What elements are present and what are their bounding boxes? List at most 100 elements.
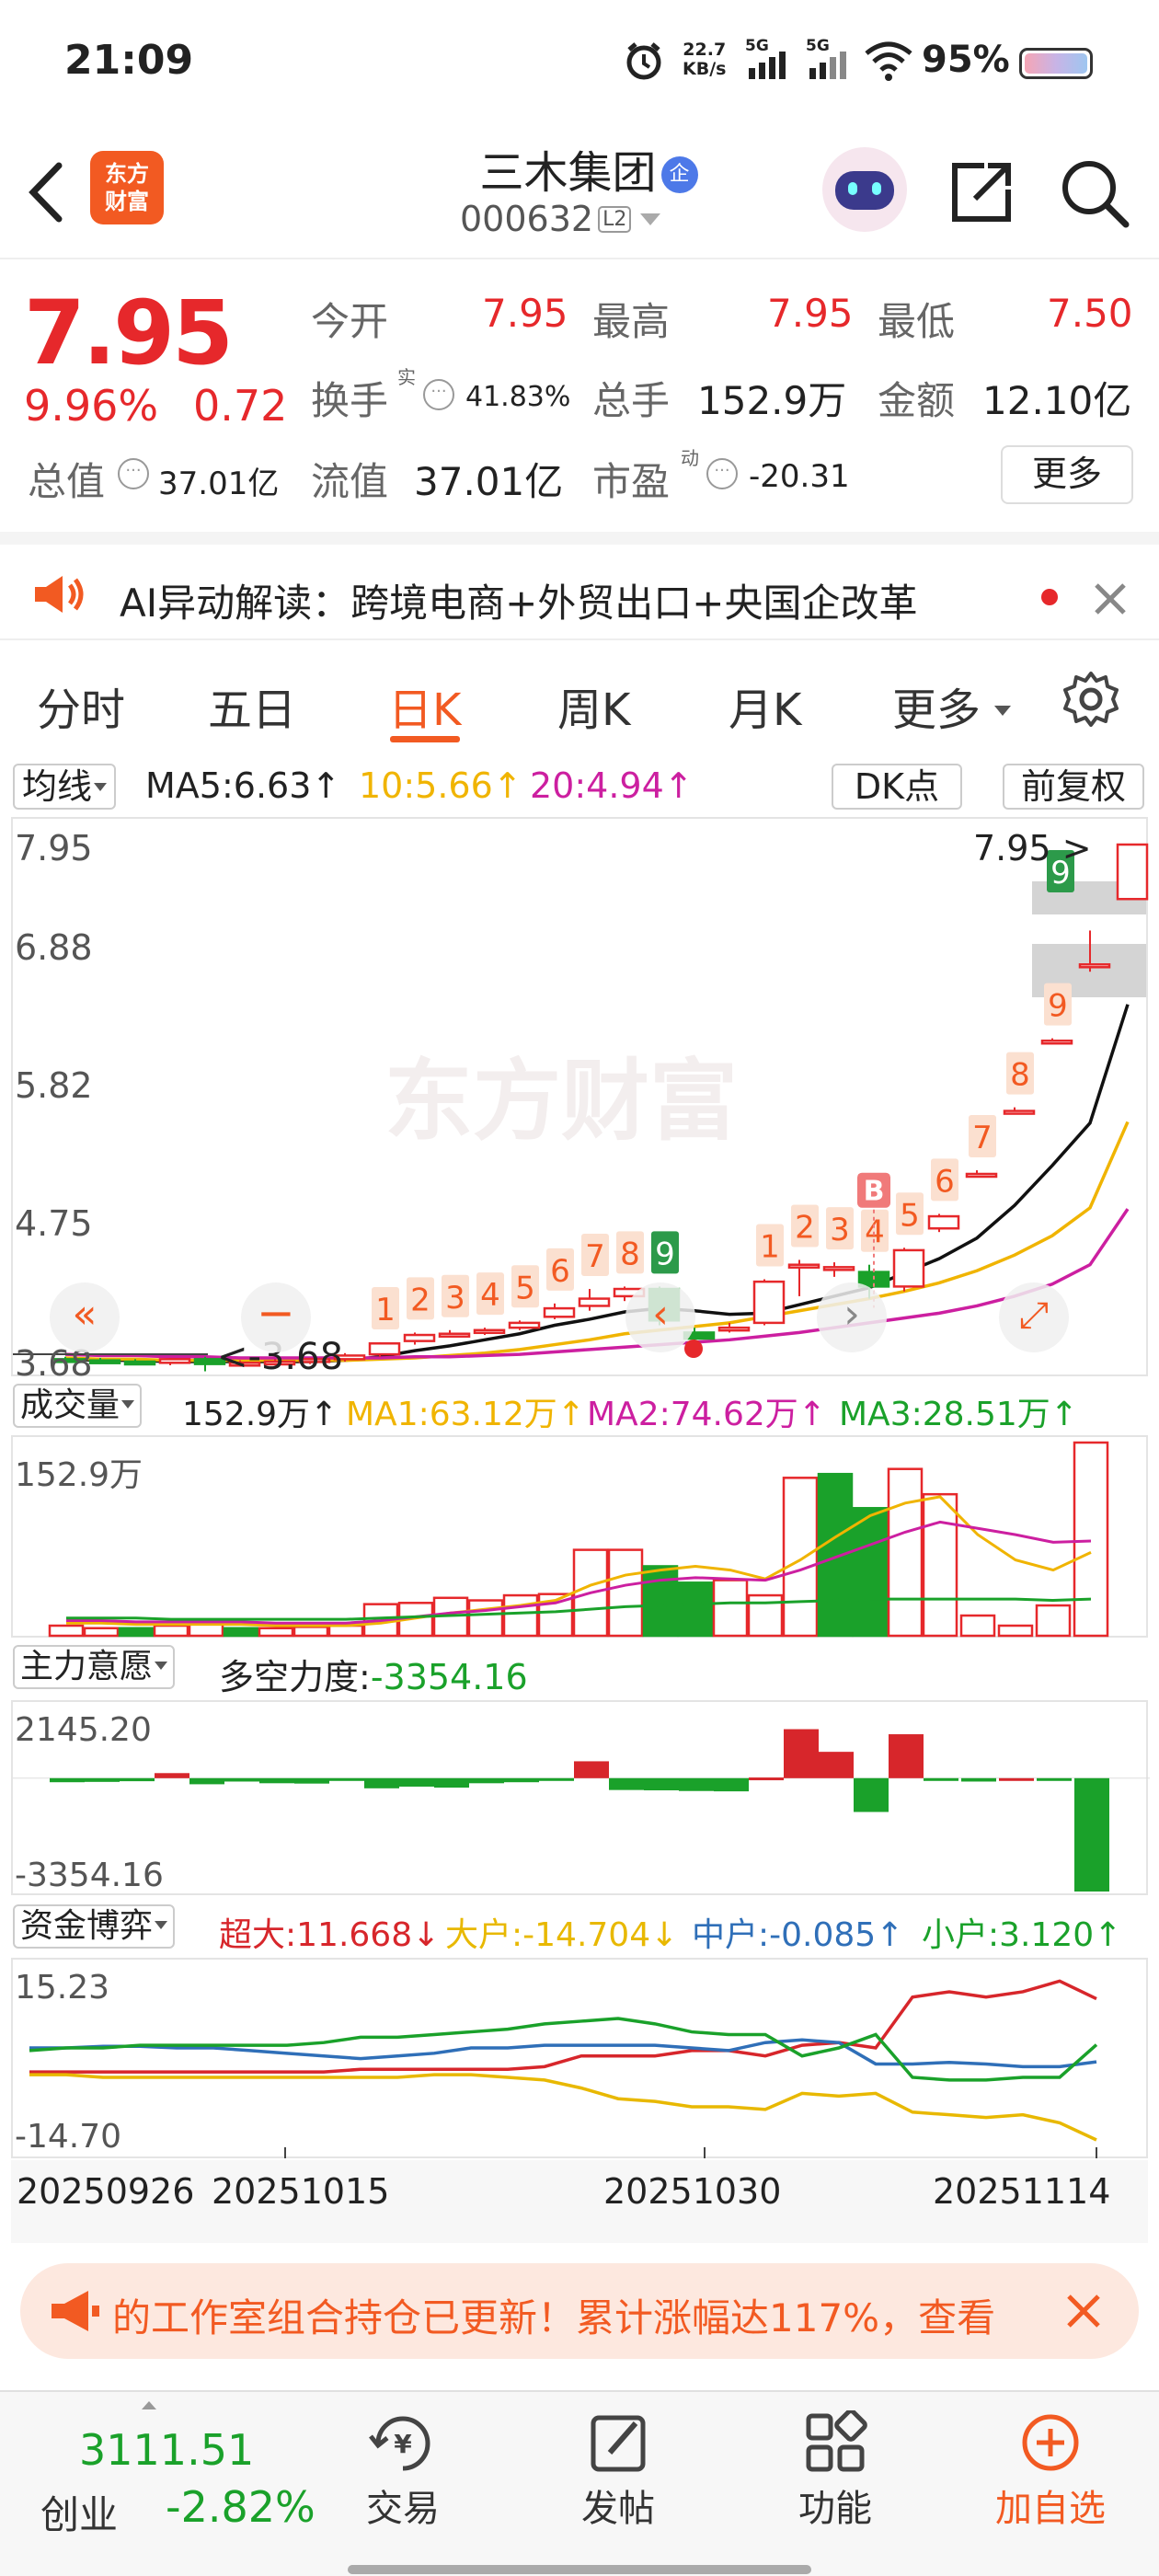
kline-chart[interactable]: 东方财富 1234567891234567899B 7.95 6.88 5.82… [11, 817, 1149, 1384]
open-value: 7.95 [482, 291, 568, 336]
zhuli-bar [819, 1752, 854, 1778]
zijin-mid-label: 中户: [692, 1916, 770, 1954]
zhuli-bar [504, 1777, 539, 1783]
index-value[interactable]: 3111.51 [79, 2425, 254, 2475]
trade-icon: ¥ [369, 2416, 430, 2471]
zhuli-selector[interactable]: 主力意愿 [13, 1645, 176, 1689]
volume-bar [997, 1624, 1034, 1638]
close-icon[interactable] [1065, 2293, 1102, 2329]
active-tab-underline [390, 736, 460, 742]
seq-number: 7 [585, 1238, 605, 1275]
zhuli-bar [294, 1777, 329, 1784]
trade-nav-item[interactable]: ¥ 交易 [357, 2410, 449, 2532]
zijin-chart[interactable]: 15.23 -14.70 [11, 1958, 1148, 2158]
dk-point-selector[interactable]: DK点 [832, 764, 962, 810]
stock-code-row[interactable]: 000632 L2 [460, 199, 660, 239]
candle-body [965, 1172, 998, 1179]
volume-bar [188, 1623, 224, 1638]
level-badge: L2 [598, 206, 632, 233]
ai-banner[interactable]: AI异动解读：跨境电商+外贸出口+央国企改革 [0, 532, 1159, 640]
period-tabs: 分时 五日 日K 周K 月K 更多 [0, 644, 1159, 754]
tab-zhouk[interactable]: 周K [557, 673, 630, 738]
index-name[interactable]: 创业 [40, 2484, 118, 2540]
seq-number: 8 [1010, 1057, 1030, 1094]
stock-code: 000632 [460, 199, 594, 239]
index-change[interactable]: -2.82% [166, 2482, 316, 2532]
volume-bar [1073, 1441, 1109, 1638]
tab-yuek[interactable]: 月K [729, 673, 801, 738]
volume-bar [293, 1626, 329, 1638]
indicator-selector[interactable]: 均线 [13, 764, 117, 810]
info-icon[interactable]: ··· [118, 458, 149, 489]
function-nav-item[interactable]: 功能 [789, 2409, 881, 2532]
tab-wuri[interactable]: 五日 [208, 673, 296, 738]
zhuli-chart[interactable]: 2145.20 -3354.16 [11, 1700, 1150, 1895]
seq-number: 4 [480, 1277, 500, 1314]
zhuli-bar [574, 1761, 609, 1778]
search-icon[interactable] [1058, 156, 1131, 230]
settings-gear-icon[interactable] [1060, 668, 1122, 730]
volume-bar [327, 1624, 364, 1638]
zhuli-bar [924, 1777, 958, 1781]
fullscreen-icon[interactable]: ⤢ [999, 1282, 1069, 1352]
seq-number: 1 [760, 1229, 780, 1266]
volume-bar [258, 1627, 294, 1638]
volume-bar [607, 1548, 644, 1638]
zhuli-header: 主力意愿 多空力度:-3354.16 [0, 1641, 1159, 1697]
zhuli-bar [714, 1777, 749, 1792]
date-label-1: 20250926 [17, 2171, 195, 2212]
candle-body [123, 1360, 156, 1366]
zhuli-bar [434, 1777, 469, 1788]
date-label-2: 20251015 [212, 2171, 390, 2212]
zijin-y-top: 15.23 [15, 1969, 110, 2007]
tab-more[interactable]: 更多 [892, 673, 1012, 738]
robot-avatar-icon[interactable] [822, 147, 907, 232]
tab-rik[interactable]: 日K [388, 673, 461, 738]
quote-panel: 7.95 9.96% 0.72 今开 7.95 最高 7.95 最低 7.50 … [0, 261, 1159, 528]
volume-bar [817, 1472, 854, 1638]
next-arrow-button[interactable]: › [817, 1282, 887, 1352]
candle-body [1040, 1039, 1073, 1045]
adjust-selector[interactable]: 前复权 [1003, 764, 1144, 810]
volume-selector[interactable]: 成交量 [13, 1384, 143, 1428]
info-icon[interactable]: ··· [706, 458, 738, 489]
candle-body [822, 1266, 855, 1271]
promo-banner[interactable]: 的工作室组合持仓已更新！累计涨幅达117%，查看 [20, 2263, 1139, 2359]
add-watchlist-nav-item[interactable]: 加自选 [977, 2410, 1124, 2532]
zhuli-bar [85, 1777, 120, 1782]
app-logo[interactable]: 东方 财富 [90, 151, 164, 224]
zijin-small-value: 3.120↑ [999, 1916, 1122, 1954]
volume-chart[interactable]: 152.9万 [11, 1435, 1148, 1638]
seq-number: 9 [655, 1236, 675, 1272]
info-icon[interactable]: ··· [423, 379, 454, 410]
volume-bar [467, 1599, 504, 1638]
y-label-max: 7.95 [15, 828, 93, 868]
volume-bar [1035, 1604, 1072, 1638]
volume-ma3: MA3:28.51万↑ [839, 1396, 1078, 1433]
zijin-small: 小户:3.120↑ [922, 1908, 1121, 1956]
volume-bar [83, 1627, 120, 1638]
float-mv-label: 流值 [311, 459, 389, 504]
zhuli-bar [609, 1777, 644, 1790]
more-button[interactable]: 更多 [1001, 445, 1133, 504]
close-icon[interactable] [1093, 581, 1128, 616]
candle-body [927, 1214, 960, 1230]
volume-bar [502, 1593, 539, 1638]
net-speed-value: 22.7 [683, 40, 727, 60]
volume-y-top: 152.9万 [15, 1456, 143, 1494]
scroll-left-button[interactable]: « [50, 1282, 120, 1352]
share-icon[interactable] [947, 158, 1016, 226]
ai-banner-text: AI异动解读：跨境电商+外贸出口+央国企改革 [120, 581, 918, 626]
prev-arrow-button[interactable]: ‹ [625, 1282, 695, 1352]
back-arrow-icon[interactable] [26, 160, 66, 224]
zoom-out-button[interactable]: − [241, 1282, 311, 1352]
seq-number: 5 [900, 1197, 920, 1234]
tab-fenshi[interactable]: 分时 [37, 673, 125, 738]
post-nav-item[interactable]: 发帖 [572, 2410, 664, 2532]
y-label-4: 4.75 [15, 1203, 93, 1244]
zhuli-bar [679, 1777, 714, 1791]
signal-icon-1 [749, 52, 786, 79]
battery-percent: 95% [922, 39, 1010, 81]
promo-text: 的工作室组合持仓已更新！累计涨幅达117%，查看 [112, 2295, 996, 2340]
zijin-selector[interactable]: 资金博弈 [13, 1904, 176, 1949]
